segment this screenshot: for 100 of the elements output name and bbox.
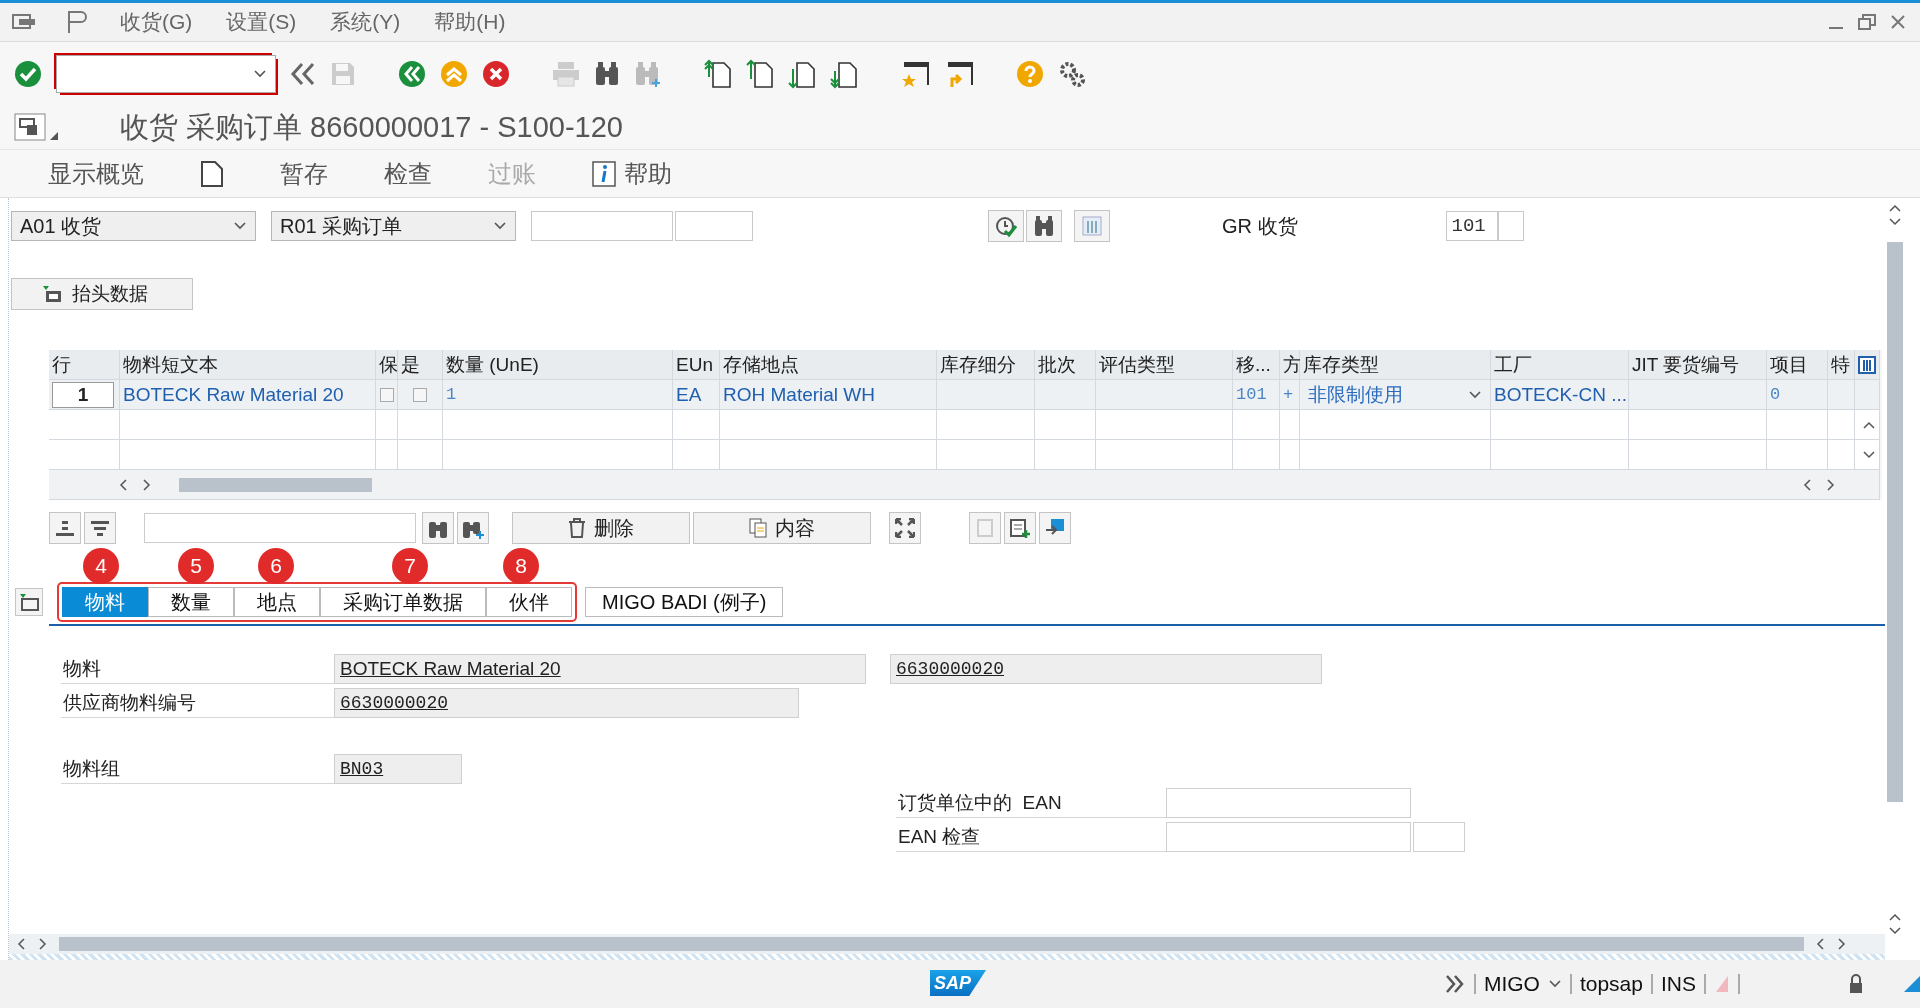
column-header: 评估类型 <box>1096 350 1233 380</box>
layout-menu-icon[interactable] <box>14 111 60 144</box>
scroll-left-icon[interactable] <box>1816 938 1825 950</box>
fullscreen-button[interactable] <box>889 512 921 544</box>
movement-label: GR 收货 <box>1222 213 1298 239</box>
tab[interactable]: 物料 <box>62 587 148 617</box>
table-cell: 0 <box>1770 385 1781 404</box>
field-value[interactable]: BOTECK Raw Material 20 <box>334 654 866 684</box>
input-field[interactable] <box>1166 788 1411 818</box>
input-field[interactable] <box>531 211 673 241</box>
last-page-icon[interactable] <box>830 59 858 89</box>
scrollbar-thumb[interactable] <box>59 937 1804 951</box>
add-list-button[interactable] <box>1004 512 1036 544</box>
next-page-icon[interactable] <box>788 59 816 89</box>
field-label: 物料组 <box>61 754 334 784</box>
dropdown[interactable]: A01 收货 <box>11 211 256 241</box>
movement-type-field[interactable]: 101 <box>1445 211 1498 241</box>
field-value[interactable]: 6630000020 <box>890 654 1322 684</box>
input-field[interactable] <box>1166 822 1411 852</box>
expand-chevron-icon[interactable] <box>1443 974 1466 994</box>
window-star-icon[interactable] <box>900 60 930 88</box>
scroll-down-icon[interactable] <box>1889 927 1901 935</box>
column-header: 保 <box>376 350 398 380</box>
tab[interactable]: 数量 <box>148 587 234 617</box>
row-number[interactable]: 1 <box>52 381 114 408</box>
callout-marker: 8 <box>503 548 539 584</box>
field-value[interactable]: 6630000020 <box>334 688 799 718</box>
caret-icon[interactable] <box>1468 389 1482 400</box>
tab[interactable]: 伙伴 <box>486 587 572 617</box>
checkbox[interactable] <box>379 387 394 402</box>
tab[interactable]: 采购订单数据 <box>320 587 486 617</box>
checkmark-icon[interactable] <box>14 60 42 88</box>
dropdown[interactable]: R01 采购订单 <box>271 211 516 241</box>
menu-item[interactable]: 设置(S) <box>226 8 297 36</box>
column-settings-icon[interactable] <box>1858 355 1876 374</box>
scroll-right-icon[interactable] <box>38 938 47 950</box>
caret-icon[interactable] <box>253 69 267 79</box>
find-button[interactable] <box>422 512 454 544</box>
scrollbar-thumb[interactable] <box>1887 242 1903 802</box>
toolbar-button[interactable]: 显示概览 <box>48 157 144 190</box>
scroll-down-icon[interactable] <box>1862 450 1875 459</box>
tab[interactable]: 地点 <box>234 587 320 617</box>
insert-row-button[interactable] <box>49 512 81 544</box>
field-value[interactable]: BN03 <box>334 754 462 784</box>
binoculars-icon[interactable] <box>594 61 620 87</box>
find-next-button[interactable] <box>457 512 489 544</box>
tab[interactable]: MIGO BADI (例子) <box>585 587 784 617</box>
toolbar-button[interactable]: 暂存 <box>280 157 328 190</box>
status-icon <box>1714 974 1730 994</box>
scroll-up-icon[interactable] <box>1862 420 1875 429</box>
caret-icon[interactable] <box>1547 979 1562 989</box>
search-field[interactable] <box>144 513 416 543</box>
scroll-left-icon[interactable] <box>119 478 128 491</box>
content-button[interactable]: 内容 <box>693 512 871 544</box>
input-field[interactable] <box>675 211 753 241</box>
close-icon[interactable] <box>1890 14 1906 30</box>
scroll-right-icon[interactable] <box>142 478 151 491</box>
field-label: 供应商物料编号 <box>61 688 334 718</box>
restore-icon[interactable] <box>1858 14 1876 30</box>
column-header: 工厂 <box>1491 350 1629 380</box>
table-cell: + <box>1283 385 1294 404</box>
scroll-up-icon[interactable] <box>1889 204 1901 212</box>
scroll-left-icon[interactable] <box>17 938 26 950</box>
find-button[interactable] <box>1026 210 1062 242</box>
delete-button[interactable]: 删除 <box>512 512 690 544</box>
field-label: EAN 检查 <box>896 822 1166 852</box>
resize-grip-icon[interactable] <box>1904 976 1920 992</box>
scroll-left-icon[interactable] <box>1803 478 1812 491</box>
input-mode: INS <box>1661 972 1696 996</box>
check-button[interactable] <box>988 210 1024 242</box>
transfer-button[interactable] <box>1039 512 1071 544</box>
double-chevron-icon[interactable] <box>290 61 316 87</box>
delete-row-button[interactable] <box>84 512 116 544</box>
scroll-down-icon[interactable] <box>1889 218 1901 226</box>
menu-icon[interactable] <box>12 12 36 32</box>
back-icon[interactable] <box>398 60 426 88</box>
header-data-button[interactable]: 抬头数据 <box>11 278 193 310</box>
screen-title: 收货 采购订单 8660000017 - S100-120 <box>120 109 623 145</box>
input-field[interactable] <box>1413 822 1465 852</box>
settings-icon[interactable] <box>1058 60 1086 88</box>
scroll-up-icon[interactable] <box>1889 913 1901 921</box>
columns-icon <box>1082 216 1102 236</box>
tab-menu-button[interactable] <box>15 588 43 616</box>
checkbox[interactable] <box>413 387 427 402</box>
binoculars-plus-icon[interactable] <box>634 61 662 87</box>
help-button[interactable]: 帮助 <box>592 157 672 190</box>
scrollbar-thumb[interactable] <box>179 477 372 492</box>
scroll-right-icon[interactable] <box>1837 938 1846 950</box>
flag-icon[interactable] <box>66 10 88 34</box>
first-page-icon[interactable] <box>704 59 732 89</box>
command-field[interactable] <box>56 55 276 93</box>
cancel-icon[interactable] <box>482 60 510 88</box>
input-field[interactable] <box>1497 211 1524 241</box>
menu-item[interactable]: 帮助(H) <box>434 8 506 36</box>
menu-item[interactable]: 系统(Y) <box>330 8 401 36</box>
menu-item[interactable]: 收货(G) <box>120 8 193 36</box>
previous-page-icon[interactable] <box>746 59 774 89</box>
scroll-right-icon[interactable] <box>1826 478 1835 491</box>
toolbar-button[interactable]: 检查 <box>384 157 432 190</box>
document-icon[interactable] <box>200 159 224 188</box>
